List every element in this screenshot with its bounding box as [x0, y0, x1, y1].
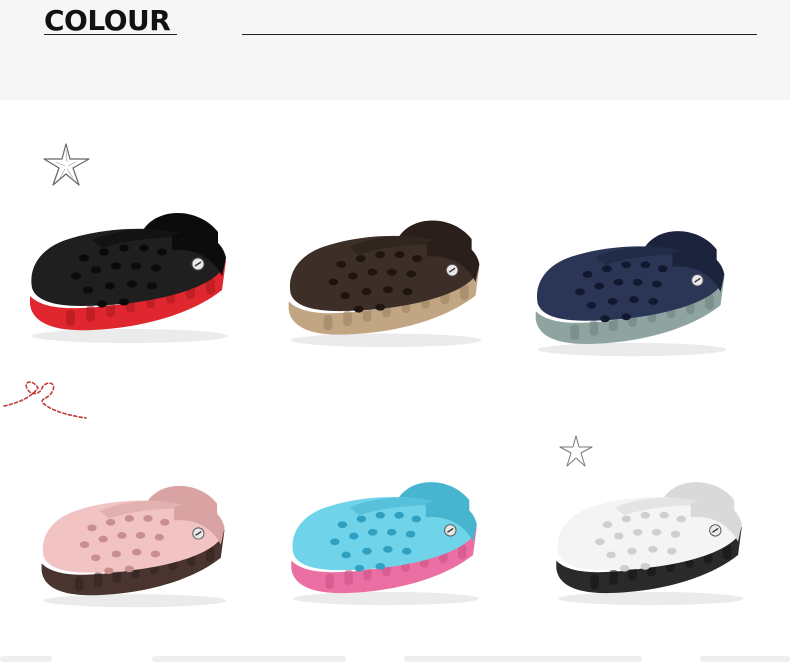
clog-brown-khaki[interactable] — [278, 204, 492, 350]
small-starfish-icon — [559, 435, 593, 467]
product-color-grid — [0, 100, 790, 662]
thumbnail-edge — [152, 656, 346, 662]
clog-illustration — [291, 482, 479, 606]
clog-illustration — [41, 485, 227, 608]
clog-pink-brown[interactable] — [30, 470, 238, 610]
title-underline — [44, 34, 177, 35]
thumbnail-edge — [700, 656, 790, 662]
bottom-image-strip — [0, 656, 790, 662]
clog-illustration — [30, 212, 228, 343]
clog-skyblue-pink[interactable] — [280, 466, 490, 608]
clog-navy-grey[interactable] — [528, 214, 734, 360]
clog-illustration — [535, 231, 727, 357]
starfish-icon — [43, 143, 90, 186]
thumbnail-edge — [404, 656, 642, 662]
clog-illustration — [288, 220, 482, 348]
header-banner: COLOUR — [0, 0, 790, 100]
page-title: COLOUR — [44, 4, 171, 37]
clog-black-red[interactable] — [22, 196, 236, 346]
clog-illustration — [556, 482, 744, 606]
header-divider-line — [242, 34, 757, 35]
clog-white-black[interactable] — [545, 466, 755, 608]
heart-string-icon — [3, 381, 87, 419]
thumbnail-edge — [0, 656, 52, 662]
